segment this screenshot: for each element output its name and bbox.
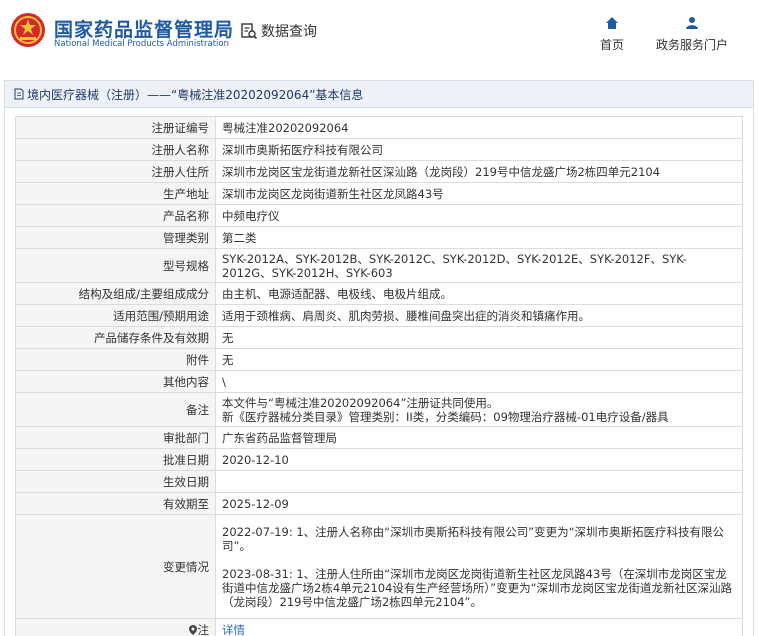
table-row: 生效日期 — [15, 470, 743, 493]
row-label: 附件 — [15, 348, 216, 371]
table-row: 有效期至 2025-12-09 — [15, 492, 743, 515]
row-label: 注册证编号 — [15, 116, 216, 139]
nav-service-portal[interactable]: 政务服务门户 — [656, 16, 728, 53]
details-link[interactable]: 详情 — [222, 623, 245, 636]
table-row: 变更情况 2022-07-19: 1、注册人名称由“深圳市奥斯拓科技有限公司”变… — [15, 514, 743, 619]
change-record: 2023-08-31: 1、注册人住所由“深圳市龙岗区龙岗街道新生社区龙凤路43… — [222, 566, 733, 609]
table-row: 适用范围/预期用途 适用于颈椎病、肩周炎、肌肉劳损、腰椎间盘突出症的消炎和镇痛作… — [15, 304, 743, 327]
detail-table: 注册证编号 粤械注准20202092064 注册人名称 深圳市奥斯拓医疗科技有限… — [15, 116, 743, 636]
row-value: 广东省药品监督管理局 — [215, 426, 743, 449]
row-value: 粤械注准20202092064 — [215, 116, 743, 139]
row-label: 注 — [15, 618, 216, 636]
row-label: 审批部门 — [15, 426, 216, 449]
nav-service-label: 政务服务门户 — [656, 38, 729, 52]
row-label: 其他内容 — [15, 370, 216, 393]
detail-panel: 注册证编号 粤械注准20202092064 注册人名称 深圳市奥斯拓医疗科技有限… — [4, 108, 754, 636]
table-row: 产品名称 中频电疗仪 — [15, 204, 743, 227]
change-gap — [222, 553, 736, 567]
data-query-label: 数据查询 — [261, 24, 317, 40]
row-value: SYK-2012A、SYK-2012B、SYK-2012C、SYK-2012D、… — [215, 248, 743, 283]
row-value: 深圳市奥斯拓医疗科技有限公司 — [215, 138, 743, 161]
breadcrumb: 境内医疗器械（注册）——“粤械注准20202092064”基本信息 — [4, 80, 754, 108]
table-row: 注册人名称 深圳市奥斯拓医疗科技有限公司 — [15, 138, 743, 161]
row-value: 中频电疗仪 — [215, 204, 743, 227]
breadcrumb-text: 境内医疗器械（注册）——“粤械注准20202092064”基本信息 — [27, 87, 364, 102]
row-value: 2025-12-09 — [215, 492, 743, 515]
remark-line: 新《医疗器械分类目录》管理类别：II类，分类编码：09物理治疗器械-01电疗设备… — [222, 409, 669, 424]
row-value: 详情 — [215, 618, 743, 636]
row-value: 本文件与“粤械注准20202092064”注册证共同使用。 新《医疗器械分类目录… — [215, 392, 743, 427]
change-record: 2022-07-19: 1、注册人名称由“深圳市奥斯拓科技有限公司”变更为“深圳… — [222, 524, 725, 553]
table-row: 注册证编号 粤械注准20202092064 — [15, 116, 743, 139]
row-label: 结构及组成/主要组成成分 — [15, 282, 216, 305]
row-value: 第二类 — [215, 226, 743, 249]
row-label: 管理类别 — [15, 226, 216, 249]
table-row: 备注 本文件与“粤械注准20202092064”注册证共同使用。 新《医疗器械分… — [15, 392, 743, 427]
table-row: 生产地址 深圳市龙岗区龙岗街道新生社区龙凤路43号 — [15, 182, 743, 205]
row-label: 变更情况 — [15, 514, 216, 619]
user-icon — [686, 17, 698, 29]
row-value: 深圳市龙岗区龙岗街道新生社区龙凤路43号 — [215, 182, 743, 205]
nav-home[interactable]: 首页 — [600, 16, 624, 53]
row-label: 产品名称 — [15, 204, 216, 227]
note-label: 注 — [197, 622, 210, 636]
brand-subtitle: National Medical Products Administration — [54, 39, 229, 49]
row-value: 2022-07-19: 1、注册人名称由“深圳市奥斯拓科技有限公司”变更为“深圳… — [215, 514, 743, 619]
row-value: 由主机、电源适配器、电极线、电极片组成。 — [215, 282, 743, 305]
row-label: 适用范围/预期用途 — [15, 304, 216, 327]
remark-line: 本文件与“粤械注准20202092064”注册证共同使用。 — [222, 395, 499, 410]
table-row: 结构及组成/主要组成成分 由主机、电源适配器、电极线、电极片组成。 — [15, 282, 743, 305]
national-emblem-icon — [11, 13, 45, 47]
row-value: 适用于颈椎病、肩周炎、肌肉劳损、腰椎间盘突出症的消炎和镇痛作用。 — [215, 304, 743, 327]
table-row: 注 详情 — [15, 618, 743, 636]
document-search-icon — [241, 23, 258, 40]
table-row: 产品储存条件及有效期 无 — [15, 326, 743, 349]
row-label: 批准日期 — [15, 448, 216, 471]
row-label: 生产地址 — [15, 182, 216, 205]
table-row: 注册人住所 深圳市龙岗区宝龙街道龙新社区深汕路（龙岗段）219号中信龙盛广场2栋… — [15, 160, 743, 183]
nav-home-label: 首页 — [600, 38, 625, 52]
table-row: 审批部门 广东省药品监督管理局 — [15, 426, 743, 449]
home-icon — [606, 17, 618, 29]
table-row: 型号规格 SYK-2012A、SYK-2012B、SYK-2012C、SYK-2… — [15, 248, 743, 283]
site-header: 国家药品监督管理局 National Medical Products Admi… — [0, 0, 758, 66]
data-query-link[interactable]: 数据查询 — [240, 20, 317, 42]
brand-title[interactable]: 国家药品监督管理局 — [54, 15, 234, 42]
document-icon — [14, 88, 24, 100]
row-label: 注册人住所 — [15, 160, 216, 183]
location-pin-icon — [188, 624, 197, 635]
table-row: 其他内容 \ — [15, 370, 743, 393]
row-label: 备注 — [15, 392, 216, 427]
row-label: 有效期至 — [15, 492, 216, 515]
table-row: 附件 无 — [15, 348, 743, 371]
row-value: 深圳市龙岗区宝龙街道龙新社区深汕路（龙岗段）219号中信龙盛广场2栋四单元210… — [215, 160, 743, 183]
row-label: 型号规格 — [15, 248, 216, 283]
row-value: \ — [215, 370, 743, 393]
row-value: 无 — [215, 326, 743, 349]
row-value: 无 — [215, 348, 743, 371]
table-row: 管理类别 第二类 — [15, 226, 743, 249]
row-label: 产品储存条件及有效期 — [15, 326, 216, 349]
row-label: 生效日期 — [15, 470, 216, 493]
row-value: 2020-12-10 — [215, 448, 743, 471]
table-row: 批准日期 2020-12-10 — [15, 448, 743, 471]
row-label: 注册人名称 — [15, 138, 216, 161]
row-value — [215, 470, 743, 493]
